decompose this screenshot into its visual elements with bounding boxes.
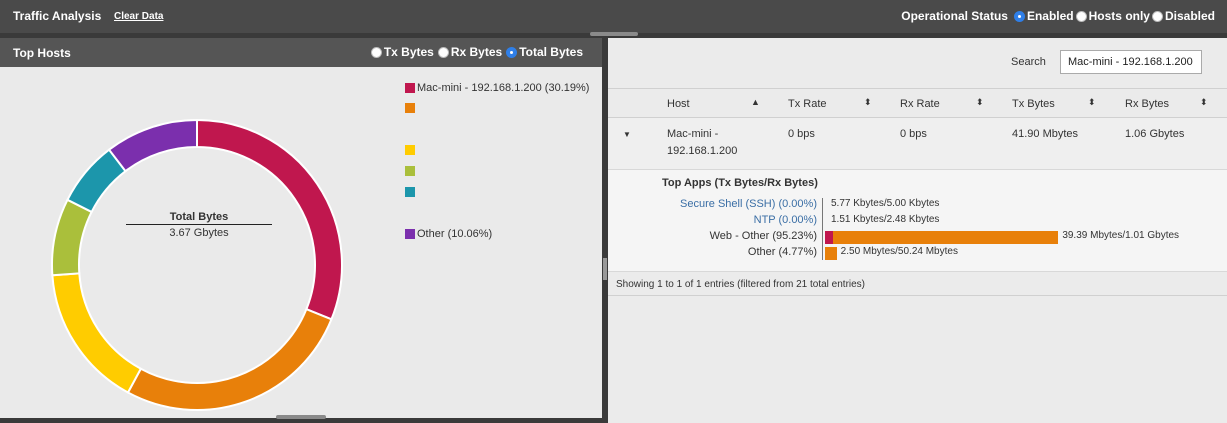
top-app-value: 39.39 Mbytes/1.01 Gbytes	[1062, 230, 1180, 241]
status-enabled-radio[interactable]: Enabled	[1013, 9, 1074, 23]
app-title: Traffic Analysis	[13, 9, 102, 23]
resize-grip-top[interactable]	[590, 32, 638, 36]
donut-center-label: Total Bytes 3.67 Gbytes	[126, 211, 272, 239]
top-app-row: NTP (0.00%) 1.51 Kbytes/2.48 Kbytes	[608, 214, 1227, 229]
column-header-rx-bytes[interactable]: Rx Bytes	[1125, 98, 1169, 110]
donut-slice[interactable]	[126, 307, 333, 411]
top-app-row: Web - Other (95.23%) 39.39 Mbytes/1.01 Gb…	[608, 230, 1227, 245]
donut-slice[interactable]	[107, 118, 198, 173]
resize-grip-bottom[interactable]	[276, 415, 326, 419]
tx-bytes-radio[interactable]: Tx Bytes	[370, 45, 434, 59]
top-app-name[interactable]: NTP (0.00%)	[754, 214, 817, 226]
top-hosts-donut-chart	[51, 118, 343, 411]
top-hosts-header: Top Hosts Tx Bytes Rx Bytes Total Bytes	[0, 38, 602, 67]
cell-host-line1: Mac-mini -	[667, 128, 719, 140]
column-header-rx-rate[interactable]: Rx Rate	[900, 98, 940, 110]
legend-label: Other (10.06%)	[417, 228, 493, 240]
donut-slice[interactable]	[51, 198, 93, 277]
top-app-name[interactable]: Secure Shell (SSH) (0.00%)	[680, 198, 817, 210]
legend-item[interactable]	[405, 187, 417, 197]
table-row[interactable]: ▼ Mac-mini - 192.168.1.200 0 bps 0 bps 4…	[608, 118, 1227, 170]
top-app-bar	[825, 231, 1059, 244]
status-disabled-label: Disabled	[1164, 9, 1215, 23]
top-hosts-title: Top Hosts	[13, 46, 71, 60]
top-apps-title: Top Apps (Tx Bytes/Rx Bytes)	[662, 177, 818, 189]
total-bytes-radio[interactable]: Total Bytes	[506, 45, 583, 59]
metric-selector: Tx Bytes Rx Bytes Total Bytes	[367, 45, 583, 59]
top-bar: Traffic Analysis Clear Data Operational …	[0, 0, 1227, 33]
status-hosts-only-label: Hosts only	[1088, 9, 1150, 23]
legend-item[interactable]	[405, 145, 417, 155]
radio-dot-icon	[1075, 10, 1087, 22]
donut-slice[interactable]	[51, 272, 143, 394]
status-hosts-only-radio[interactable]: Hosts only	[1075, 9, 1150, 23]
sort-both-icon[interactable]: ⬍	[976, 97, 984, 108]
top-hosts-panel: Top Hosts Tx Bytes Rx Bytes Total Bytes …	[0, 38, 602, 418]
top-app-value: 5.77 Kbytes/5.00 Kbytes	[831, 198, 940, 209]
rx-bytes-radio[interactable]: Rx Bytes	[437, 45, 503, 59]
top-app-row: Secure Shell (SSH) (0.00%) 5.77 Kbytes/5.…	[608, 198, 1227, 213]
status-disabled-radio[interactable]: Disabled	[1151, 9, 1215, 23]
table-info-text: Showing 1 to 1 of 1 entries (filtered fr…	[616, 279, 866, 290]
column-header-host[interactable]: Host	[667, 98, 690, 110]
column-header-tx-rate[interactable]: Tx Rate	[788, 98, 827, 110]
table-footer: Showing 1 to 1 of 1 entries (filtered fr…	[608, 272, 1227, 296]
status-enabled-label: Enabled	[1026, 9, 1074, 23]
cell-rx-bytes: 1.06 Gbytes	[1125, 128, 1185, 140]
top-app-bar-tx	[825, 231, 833, 244]
legend-swatch	[405, 166, 415, 176]
collapse-row-icon[interactable]: ▼	[623, 130, 631, 139]
legend-swatch	[405, 187, 415, 197]
splitter-grip-icon[interactable]	[603, 258, 607, 280]
radio-dot-icon	[370, 46, 382, 58]
legend-swatch	[405, 145, 415, 155]
column-header-tx-bytes[interactable]: Tx Bytes	[1012, 98, 1055, 110]
legend-label: Mac-mini - 192.168.1.200 (30.19%)	[417, 82, 590, 94]
donut-center-title: Total Bytes	[126, 211, 272, 225]
search-input[interactable]	[1060, 50, 1202, 74]
hosts-table-panel: Search Host ▲ Tx Rate ⬍ Rx Rate ⬍ Tx Byt…	[608, 38, 1227, 423]
legend-item[interactable]: Mac-mini - 192.168.1.200 (30.19%)	[405, 82, 589, 94]
donut-center-value: 3.67 Gbytes	[169, 227, 229, 239]
legend-item[interactable]: Other (10.06%)	[405, 228, 492, 240]
clear-data-link[interactable]: Clear Data	[114, 11, 163, 22]
rx-bytes-label: Rx Bytes	[450, 45, 503, 59]
cell-tx-bytes: 41.90 Mbytes	[1012, 128, 1079, 140]
table-header: Host ▲ Tx Rate ⬍ Rx Rate ⬍ Tx Bytes ⬍ Rx…	[608, 88, 1227, 118]
top-app-value: 1.51 Kbytes/2.48 Kbytes	[831, 214, 940, 225]
operational-status-label: Operational Status	[901, 9, 1008, 23]
row-detail-top-apps: Top Apps (Tx Bytes/Rx Bytes) Secure Shel…	[608, 170, 1227, 272]
sort-both-icon[interactable]: ⬍	[1200, 97, 1208, 108]
top-app-row: Other (4.77%) 2.50 Mbytes/50.24 Mbytes	[608, 246, 1227, 261]
sort-both-icon[interactable]: ⬍	[1088, 97, 1096, 108]
top-app-name: Other (4.77%)	[747, 246, 817, 258]
radio-dot-icon	[506, 46, 518, 58]
legend-swatch	[405, 103, 415, 113]
operational-status: Operational Status Enabled Hosts only Di…	[901, 9, 1215, 23]
sort-asc-icon[interactable]: ▲	[751, 97, 760, 107]
search-label: Search	[1011, 56, 1046, 68]
legend-item[interactable]	[405, 103, 417, 113]
cell-rx-rate: 0 bps	[900, 128, 927, 140]
legend-swatch	[405, 83, 415, 93]
top-app-name: Web - Other (95.23%)	[709, 230, 817, 242]
cell-host-line2: 192.168.1.200	[667, 145, 738, 157]
sort-both-icon[interactable]: ⬍	[864, 97, 872, 108]
tx-bytes-label: Tx Bytes	[383, 45, 434, 59]
radio-dot-icon	[1013, 10, 1025, 22]
cell-tx-rate: 0 bps	[788, 128, 815, 140]
top-app-value: 2.50 Mbytes/50.24 Mbytes	[840, 246, 958, 257]
radio-dot-icon	[437, 46, 449, 58]
legend-item[interactable]	[405, 166, 417, 176]
top-app-bar	[825, 247, 837, 260]
legend-swatch	[405, 229, 415, 239]
radio-dot-icon	[1151, 10, 1163, 22]
total-bytes-label: Total Bytes	[519, 45, 583, 59]
